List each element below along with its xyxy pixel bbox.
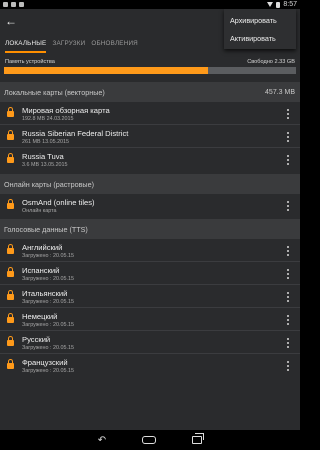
more-vert-icon[interactable] bbox=[287, 246, 290, 256]
more-vert-icon[interactable] bbox=[287, 109, 290, 119]
vector-maps-list: Мировая обзорная карта 192.8 MB 24.03.20… bbox=[0, 102, 300, 171]
wifi-icon bbox=[267, 2, 274, 7]
list-item[interactable]: Russia Siberian Federal District 261 MB … bbox=[0, 125, 300, 148]
more-vert-icon[interactable] bbox=[287, 292, 290, 302]
item-title: Русский bbox=[22, 335, 51, 344]
section-header-vector: Локальные карты (векторные) 457.3 MB bbox=[0, 82, 300, 102]
section-title: Локальные карты (векторные) bbox=[4, 87, 105, 97]
lock-icon bbox=[7, 267, 14, 277]
voice-data-list: Английский Загружено : 20.05.15 Испански… bbox=[0, 239, 300, 377]
section-header-raster: Онлайн карты (растровые) bbox=[0, 174, 300, 194]
item-title: Russia Siberian Federal District bbox=[22, 129, 129, 138]
item-subtitle: Загружено : 20.05.15 bbox=[22, 345, 74, 351]
more-vert-icon[interactable] bbox=[287, 361, 290, 371]
list-item[interactable]: Мировая обзорная карта 192.8 MB 24.03.20… bbox=[0, 102, 300, 125]
arrow-back-icon[interactable]: ← bbox=[0, 9, 22, 33]
more-vert-icon[interactable] bbox=[287, 315, 290, 325]
section-title: Онлайн карты (растровые) bbox=[4, 179, 94, 189]
item-subtitle: Загружено : 20.05.15 bbox=[22, 322, 74, 328]
list-item[interactable]: OsmAnd (online tiles) Онлайн карта bbox=[0, 194, 300, 217]
more-vert-icon[interactable] bbox=[287, 132, 290, 142]
section-header-voice: Голосовые данные (TTS) bbox=[0, 219, 300, 239]
list-item[interactable]: Русский Загружено : 20.05.15 bbox=[0, 331, 300, 354]
content-area: Память устройства Свободно 2.33 GB Локал… bbox=[0, 53, 300, 430]
item-subtitle: Загружено : 20.05.15 bbox=[22, 253, 74, 259]
nav-home-icon[interactable] bbox=[142, 436, 157, 444]
nav-recents-icon[interactable] bbox=[192, 433, 205, 444]
tab-downloads[interactable]: ЗАГРУЗКИ bbox=[49, 33, 88, 53]
lock-icon bbox=[7, 153, 14, 163]
lock-icon bbox=[7, 199, 14, 209]
more-vert-icon[interactable] bbox=[287, 338, 290, 348]
lock-icon bbox=[7, 107, 14, 117]
lock-icon bbox=[7, 359, 14, 369]
lock-icon bbox=[7, 290, 14, 300]
item-title: Французский bbox=[22, 358, 68, 367]
raster-maps-list: OsmAnd (online tiles) Онлайн карта bbox=[0, 194, 300, 217]
item-subtitle: 261 MB 13.05.2015 bbox=[22, 139, 70, 145]
item-title: Немецкий bbox=[22, 312, 58, 321]
lock-icon bbox=[7, 130, 14, 140]
item-subtitle: Загружено : 20.05.15 bbox=[22, 368, 74, 374]
item-title: Итальянский bbox=[22, 289, 68, 298]
tab-local[interactable]: ЛОКАЛЬНЫЕ bbox=[2, 33, 49, 53]
more-vert-icon[interactable] bbox=[287, 269, 290, 279]
storage-bar-fill bbox=[4, 67, 209, 74]
item-title: Russia Tuva bbox=[22, 152, 64, 161]
notification-icon bbox=[11, 2, 16, 7]
list-item[interactable]: Russia Tuva 3.6 MB 13.05.2015 bbox=[0, 148, 300, 171]
item-title: OsmAnd (online tiles) bbox=[22, 198, 95, 207]
lock-icon bbox=[7, 313, 14, 323]
more-vert-icon[interactable] bbox=[287, 155, 290, 165]
status-bar: 8:57 bbox=[0, 0, 300, 9]
list-item[interactable]: Французский Загружено : 20.05.15 bbox=[0, 354, 300, 377]
lock-icon bbox=[7, 336, 14, 346]
storage-panel: Память устройства Свободно 2.33 GB bbox=[0, 53, 300, 82]
storage-free-text: Свободно 2.33 GB bbox=[247, 59, 295, 65]
overflow-menu: Архивировать Активировать bbox=[224, 9, 296, 49]
item-subtitle: 192.8 MB 24.03.2015 bbox=[22, 116, 74, 122]
more-vert-icon[interactable] bbox=[287, 201, 290, 211]
section-size: 457.3 MB bbox=[265, 88, 295, 96]
storage-bar bbox=[4, 67, 296, 74]
item-subtitle: Загружено : 20.05.15 bbox=[22, 276, 74, 282]
nav-back-icon[interactable]: ↶ bbox=[98, 435, 106, 446]
clock: 8:57 bbox=[283, 1, 297, 8]
list-item[interactable]: Итальянский Загружено : 20.05.15 bbox=[0, 285, 300, 308]
battery-icon bbox=[276, 1, 281, 8]
list-item[interactable]: Английский Загружено : 20.05.15 bbox=[0, 239, 300, 262]
lock-icon bbox=[7, 244, 14, 254]
menu-item-archive[interactable]: Архивировать bbox=[224, 11, 296, 29]
system-nav-bar: ↶ bbox=[0, 430, 300, 450]
item-title: Мировая обзорная карта bbox=[22, 106, 110, 115]
tab-updates[interactable]: ОБНОВЛЕНИЯ bbox=[88, 33, 141, 53]
item-subtitle: Онлайн карта bbox=[22, 208, 57, 214]
list-item[interactable]: Немецкий Загружено : 20.05.15 bbox=[0, 308, 300, 331]
menu-item-activate[interactable]: Активировать bbox=[224, 29, 296, 47]
item-subtitle: Загружено : 20.05.15 bbox=[22, 299, 74, 305]
notification-icon bbox=[19, 2, 24, 7]
item-subtitle: 3.6 MB 13.05.2015 bbox=[22, 162, 68, 168]
item-title: Испанский bbox=[22, 266, 60, 275]
item-title: Английский bbox=[22, 243, 63, 252]
storage-label: Память устройства bbox=[5, 59, 55, 65]
section-title: Голосовые данные (TTS) bbox=[4, 224, 88, 234]
notification-icon bbox=[3, 2, 8, 7]
list-item[interactable]: Испанский Загружено : 20.05.15 bbox=[0, 262, 300, 285]
